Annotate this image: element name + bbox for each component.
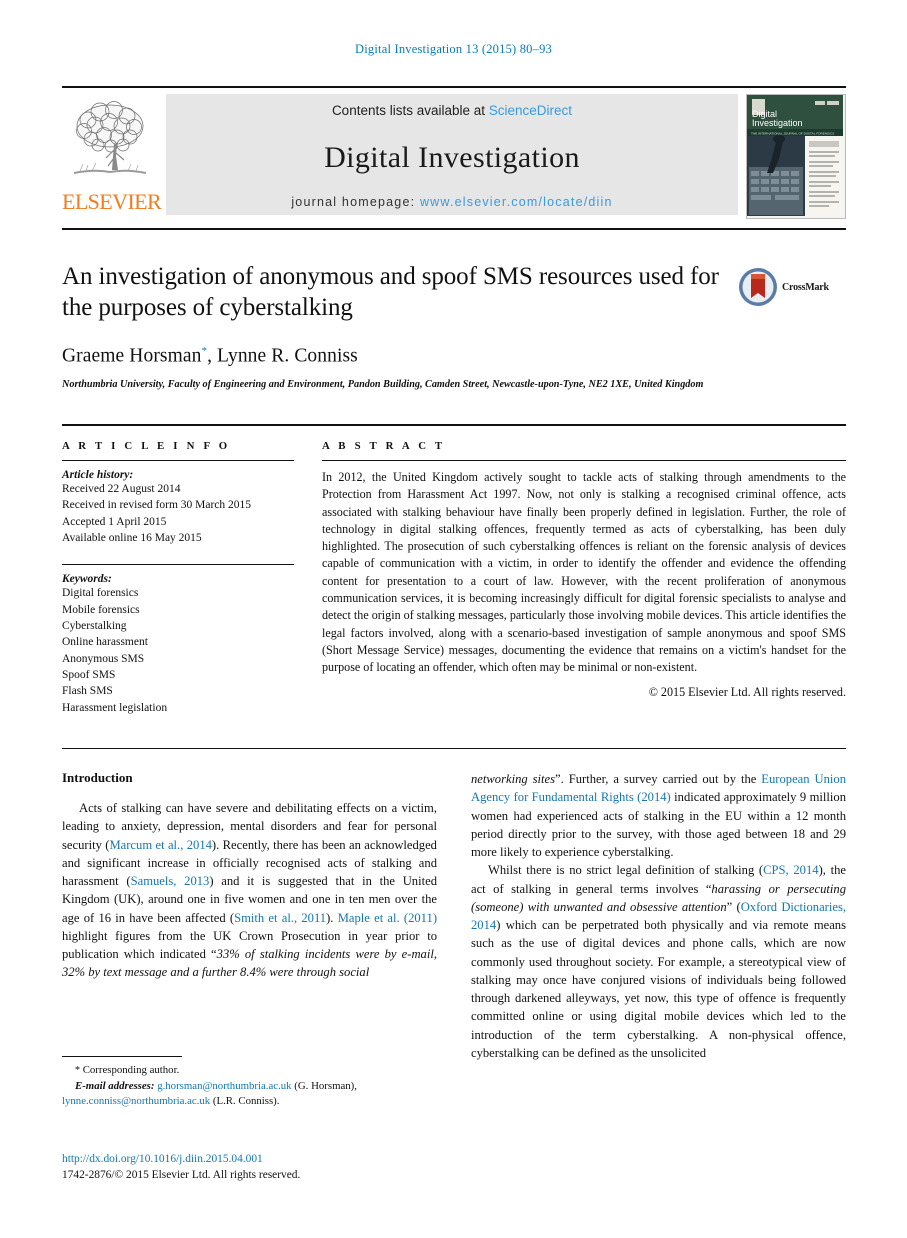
citation-link[interactable]: Samuels, 2013 xyxy=(131,874,210,888)
keyword-2: Mobile forensics xyxy=(62,603,140,616)
page-title: An investigation of anonymous and spoof … xyxy=(62,263,719,321)
author-secondary: , Lynne R. Conniss xyxy=(207,345,358,367)
abstract-heading: A B S T R A C T xyxy=(322,440,446,452)
issn-copyright-line: 1742-2876/© 2015 Elsevier Ltd. All right… xyxy=(62,1168,301,1181)
crossmark-label: CrossMark xyxy=(782,281,829,293)
title-divider xyxy=(62,228,846,230)
contents-prefix: Contents lists available at xyxy=(331,103,489,118)
email-link-2[interactable]: lynne.conniss@northumbria.ac.uk xyxy=(62,1095,210,1107)
running-head: Digital Investigation 13 (2015) 80–93 xyxy=(355,42,552,56)
svg-text:Investigation: Investigation xyxy=(752,118,803,128)
contents-available-line: Contents lists available at ScienceDirec… xyxy=(332,103,572,118)
crossmark-badge[interactable]: CrossMark xyxy=(738,266,846,308)
journal-masthead: ELSEVIER Contents lists available at Sci… xyxy=(62,86,846,219)
abstract-copyright: © 2015 Elsevier Ltd. All rights reserved… xyxy=(648,685,846,700)
author-list: Graeme Horsman*, Lynne R. Conniss xyxy=(62,345,846,368)
keywords-rule xyxy=(62,564,294,566)
abstract-rule xyxy=(322,460,846,461)
text-run: ) which can be perpetrated both physical… xyxy=(471,918,846,1060)
footnote-rule xyxy=(62,1056,182,1057)
elsevier-logo: ELSEVIER xyxy=(62,94,162,214)
corresponding-author-note: * Corresponding author. xyxy=(62,1063,437,1079)
svg-text:THE INTERNATIONAL JOURNAL OF D: THE INTERNATIONAL JOURNAL OF DIGITAL FOR… xyxy=(751,132,834,136)
elsevier-wordmark: ELSEVIER xyxy=(62,189,162,214)
text-run: ” ( xyxy=(726,899,741,914)
email-owner-1: (G. Horsman), xyxy=(294,1079,357,1092)
affiliation: Northumbria University, Faculty of Engin… xyxy=(62,378,704,390)
section-heading-introduction: Introduction xyxy=(62,770,133,785)
abstract-body: In 2012, the United Kingdom actively sou… xyxy=(322,470,846,675)
cover-artwork: Digital Investigation THE INTERNATIONAL … xyxy=(747,95,843,216)
keyword-1: Digital forensics xyxy=(62,587,139,600)
citation-link[interactable]: Smith et al., 2011 xyxy=(234,911,326,925)
elsevier-tree-icon xyxy=(74,101,146,174)
keyword-8: Harassment legislation xyxy=(62,701,168,714)
email-link-1[interactable]: g.horsman@northumbria.ac.uk xyxy=(157,1080,291,1092)
info-abstract-region: A R T I C L E I N F O Article history: R… xyxy=(62,440,846,716)
abstract-column: A B S T R A C T In 2012, the United King… xyxy=(322,440,846,716)
paragraph-right-2: Whilst there is no strict legal definiti… xyxy=(471,861,846,1062)
keyword-6: Spoof SMS xyxy=(62,668,116,681)
footnote-block: * Corresponding author. E-mail addresses… xyxy=(62,1056,437,1110)
citation-link[interactable]: CPS, 2014 xyxy=(763,863,818,877)
paragraph-left-1: Acts of stalking can have severe and deb… xyxy=(62,799,437,982)
article-history-3: Accepted 1 April 2015 xyxy=(62,515,167,528)
keyword-5: Anonymous SMS xyxy=(62,652,145,665)
body-column-left: Introduction Acts of stalking can have s… xyxy=(62,770,437,1062)
article-history-1: Received 22 August 2014 xyxy=(62,483,181,495)
keyword-3: Cyberstalking xyxy=(62,619,127,632)
article-history-2: Received in revised form 30 March 2015 xyxy=(62,499,252,512)
text-run: Whilst there is no strict legal definiti… xyxy=(488,863,764,878)
email-addresses-note: E-mail addresses: g.horsman@northumbria.… xyxy=(62,1079,437,1110)
email-label: E-mail addresses: xyxy=(75,1079,155,1092)
journal-cover-thumbnail: Digital Investigation THE INTERNATIONAL … xyxy=(746,94,846,219)
keywords-label: Keywords: xyxy=(62,573,112,586)
keyword-4: Online harassment xyxy=(62,636,148,649)
corresponding-author-text: Corresponding author. xyxy=(82,1064,180,1076)
journal-homepage-line: journal homepage: www.elsevier.com/locat… xyxy=(291,195,612,209)
quoted-text: networking sites xyxy=(471,772,556,786)
body-columns: Introduction Acts of stalking can have s… xyxy=(62,770,846,1062)
info-divider xyxy=(62,424,846,426)
article-info-rule xyxy=(62,460,294,461)
journal-band: Contents lists available at ScienceDirec… xyxy=(166,94,738,215)
keyword-7: Flash SMS xyxy=(62,685,113,698)
article-history-label: Article history: xyxy=(62,469,134,481)
paragraph-right-1: networking sites”. Further, a survey car… xyxy=(471,770,846,861)
citation-link[interactable]: Maple et al. (2011) xyxy=(338,911,437,925)
publication-footer: http://dx.doi.org/10.1016/j.diin.2015.04… xyxy=(62,1152,482,1184)
homepage-url-link[interactable]: www.elsevier.com/locate/diin xyxy=(420,195,613,209)
body-column-right: networking sites”. Further, a survey car… xyxy=(471,770,846,1062)
footnote-marker: * xyxy=(75,1065,80,1076)
email-owner-2: (L.R. Conniss). xyxy=(212,1095,280,1108)
title-block: An investigation of anonymous and spoof … xyxy=(62,262,846,392)
text-run: ). xyxy=(326,910,338,925)
citation-link[interactable]: Marcum et al., 2014 xyxy=(109,838,211,852)
article-history-4: Available online 16 May 2015 xyxy=(62,531,202,544)
article-info-heading: A R T I C L E I N F O xyxy=(62,440,231,452)
sciencedirect-link[interactable]: ScienceDirect xyxy=(489,103,572,118)
paper-page: Digital Investigation 13 (2015) 80–93 EL… xyxy=(0,0,907,1238)
article-info-column: A R T I C L E I N F O Article history: R… xyxy=(62,440,294,716)
crossmark-icon xyxy=(739,268,777,306)
journal-title: Digital Investigation xyxy=(324,140,580,174)
author-primary: Graeme Horsman xyxy=(62,345,202,367)
text-run: ”. Further, a survey carried out by the xyxy=(555,772,762,786)
doi-link[interactable]: http://dx.doi.org/10.1016/j.diin.2015.04… xyxy=(62,1152,482,1168)
homepage-prefix: journal homepage: xyxy=(291,195,420,209)
body-divider xyxy=(62,748,846,749)
